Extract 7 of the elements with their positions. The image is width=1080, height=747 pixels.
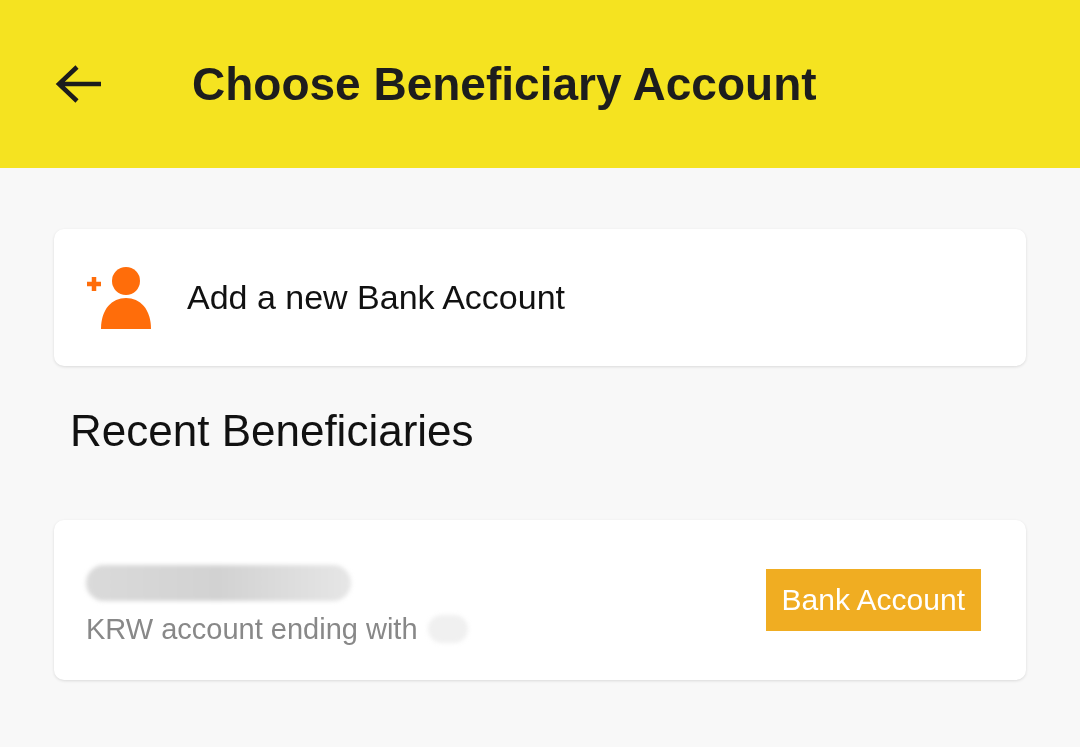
page-title: Choose Beneficiary Account xyxy=(192,57,817,111)
account-type-tag: Bank Account xyxy=(765,569,981,631)
account-detail: KRW account ending with xyxy=(86,612,418,646)
back-arrow-icon[interactable] xyxy=(55,64,103,104)
add-account-button[interactable]: Add a new Bank Account xyxy=(54,229,1026,366)
beneficiary-card[interactable]: KRW account ending with Bank Account xyxy=(54,520,1026,680)
section-heading: Recent Beneficiaries xyxy=(70,406,475,457)
